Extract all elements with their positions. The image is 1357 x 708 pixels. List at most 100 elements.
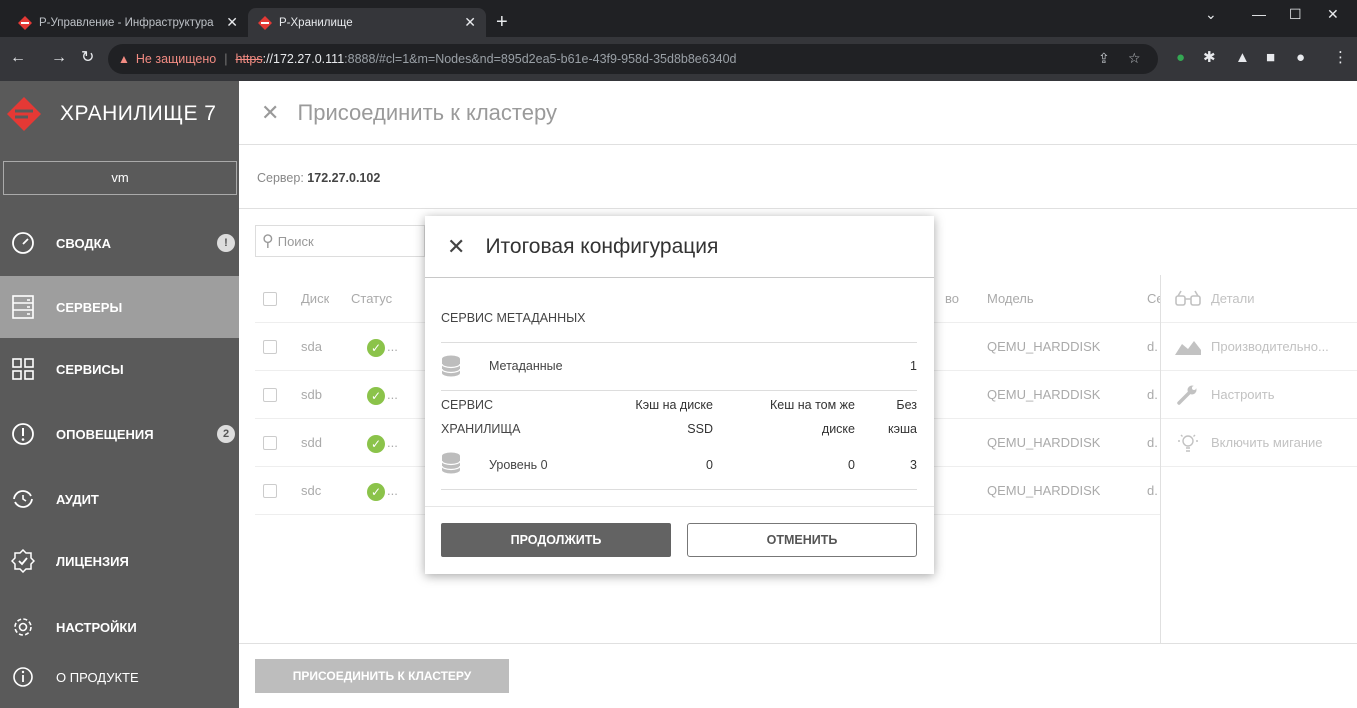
lab-flask-icon[interactable]: ▲ <box>1235 49 1250 67</box>
app-logo[interactable]: ХРАНИЛИЩЕ 7 <box>0 81 239 147</box>
action-configure[interactable]: Настроить <box>1161 371 1357 419</box>
app-name: ХРАНИЛИЩЕ 7 <box>60 102 217 125</box>
nav-item-summary[interactable]: СВОДКА ! <box>0 212 239 274</box>
database-icon <box>441 452 461 474</box>
disk-name: sdd <box>301 435 322 450</box>
select-all-checkbox[interactable] <box>263 292 277 306</box>
browser-menu-icon[interactable]: ⋮ <box>1333 49 1348 67</box>
tab-close-icon[interactable]: ✕ <box>226 14 238 31</box>
share-icon[interactable]: ⇪ <box>1098 50 1110 67</box>
sidepanel-icon[interactable]: ■ <box>1266 49 1275 67</box>
dialog-footer-divider <box>425 506 934 507</box>
wrench-icon <box>1173 385 1203 405</box>
serial-cell: d. <box>1147 387 1158 402</box>
dialog-header: ✕ Итоговая конфигурация <box>425 216 934 278</box>
column-header-disk[interactable]: Диск <box>301 275 329 323</box>
info-icon <box>10 664 36 690</box>
tab-title: Р-Управление - Инфраструктура <box>39 16 214 29</box>
reload-icon[interactable]: ↻ <box>81 49 94 67</box>
tab-close-icon[interactable]: ✕ <box>464 14 476 31</box>
maximize-icon[interactable]: ☐ <box>1289 6 1302 23</box>
column-header-status[interactable]: Статус <box>351 275 392 323</box>
join-cluster-button[interactable]: ПРИСОЕДИНИТЬ К КЛАСТЕРУ <box>255 659 509 693</box>
not-secure-label[interactable]: Не защищено <box>136 52 216 66</box>
storage-section-title-line2: ХРАНИЛИЩА <box>441 422 521 436</box>
license-icon <box>10 548 36 574</box>
url-host: ://172.27.0.111 <box>262 52 345 66</box>
action-performance[interactable]: Производительно... <box>1161 323 1357 371</box>
action-blink[interactable]: Включить мигание <box>1161 419 1357 467</box>
continue-button[interactable]: ПРОДОЛЖИТЬ <box>441 523 671 557</box>
url-field[interactable]: ▲ Не защищено | https ://172.27.0.111 :8… <box>108 44 1158 74</box>
tier-label: Уровень 0 <box>489 458 548 472</box>
url-path: :8888/#cl=1&m=Nodes&nd=895d2ea5-b61e-43f… <box>344 52 737 66</box>
model-cell: QEMU_HARDDISK <box>987 339 1101 354</box>
bookmark-star-icon[interactable]: ☆ <box>1128 50 1141 67</box>
nav-item-audit[interactable]: АУДИТ <box>0 468 239 530</box>
new-tab-button[interactable]: + <box>496 12 508 32</box>
serial-cell: d. <box>1147 483 1158 498</box>
disk-name: sdc <box>301 483 322 498</box>
row-checkbox[interactable] <box>263 484 277 498</box>
gear-icon <box>10 614 36 640</box>
serial-cell: d. <box>1147 339 1158 354</box>
profile-avatar-icon[interactable]: ● <box>1296 49 1305 67</box>
server-icon <box>10 294 36 320</box>
brand-favicon-icon <box>258 15 272 30</box>
nav-item-alerts[interactable]: ОПОВЕЩЕНИЯ 2 <box>0 403 239 465</box>
action-details[interactable]: Детали <box>1161 275 1357 323</box>
row-checkbox[interactable] <box>263 436 277 450</box>
extension-shield-icon[interactable]: ● <box>1176 49 1185 67</box>
back-icon[interactable]: ← <box>10 49 26 67</box>
forward-icon[interactable]: → <box>51 49 67 67</box>
nav-item-servers[interactable]: СЕРВЕРЫ <box>0 276 239 338</box>
metadata-section-title: СЕРВИС МЕТАДАННЫХ <box>441 311 586 325</box>
status-cell: ✓... <box>367 371 398 419</box>
minimize-icon[interactable]: — <box>1252 6 1266 22</box>
column-header-model[interactable]: Модель <box>987 275 1034 323</box>
page-title: Присоединить к кластеру <box>297 99 557 125</box>
gauge-icon <box>10 230 36 256</box>
tab-search-icon[interactable]: ⌄ <box>1205 6 1217 23</box>
brand-logo-icon <box>7 97 41 131</box>
status-cell: ✓... <box>367 467 398 515</box>
window-close-icon[interactable]: ✕ <box>1327 6 1339 23</box>
status-cell: ✓... <box>367 419 398 467</box>
cancel-button[interactable]: ОТМЕНИТЬ <box>687 523 917 557</box>
disk-name: sdb <box>301 387 322 402</box>
close-icon[interactable]: ✕ <box>447 234 465 260</box>
row-checkbox[interactable] <box>263 388 277 402</box>
glasses-icon <box>1173 289 1203 309</box>
close-icon[interactable]: ✕ <box>261 100 279 126</box>
warning-icon: ▲ <box>118 52 130 66</box>
dialog-title: Итоговая конфигурация <box>485 234 719 258</box>
nav-item-about[interactable]: О ПРОДУКТЕ <box>0 646 239 708</box>
action-label: Включить мигание <box>1211 435 1323 450</box>
column-header-same-disk-cache-line2: диске <box>821 422 855 436</box>
column-header-no-cache-line2: кэша <box>888 422 917 436</box>
nav-label: СЕРВИСЫ <box>56 361 124 377</box>
address-bar: ← → ↻ ▲ Не защищено | https ://172.27.0.… <box>0 37 1357 81</box>
column-header-ssd-cache: Кэш на диске <box>635 398 713 412</box>
nav-item-license[interactable]: ЛИЦЕНЗИЯ <box>0 530 239 592</box>
database-icon <box>441 355 461 377</box>
browser-tab-inactive[interactable]: Р-Управление - Инфраструктура ✕ <box>8 8 248 37</box>
nav-label: О ПРОДУКТЕ <box>56 669 139 685</box>
column-header-serial[interactable]: Се <box>1147 275 1160 323</box>
brand-favicon-icon <box>18 15 32 30</box>
row-checkbox[interactable] <box>263 340 277 354</box>
browser-tab-active[interactable]: Р-Хранилище ✕ <box>248 8 486 37</box>
nav-label: ОПОВЕЩЕНИЯ <box>56 426 154 442</box>
page-header: ✕ Присоединить к кластеру <box>239 81 1357 145</box>
summary-warning-badge: ! <box>217 234 235 252</box>
grid-icon <box>10 356 36 382</box>
cluster-selector[interactable]: vm <box>3 161 237 195</box>
alert-icon <box>10 421 36 447</box>
column-header-type[interactable]: во <box>945 275 959 323</box>
summary-config-dialog: ✕ Итоговая конфигурация СЕРВИС МЕТАДАННЫ… <box>425 216 934 574</box>
extensions-puzzle-icon[interactable]: ✱ <box>1203 49 1216 67</box>
search-input[interactable]: ⚲ Поиск <box>255 225 425 257</box>
nav-item-services[interactable]: СЕРВИСЫ <box>0 338 239 400</box>
browser-tabstrip: Р-Управление - Инфраструктура ✕ Р-Хранил… <box>0 0 1357 37</box>
divider <box>239 208 1357 209</box>
